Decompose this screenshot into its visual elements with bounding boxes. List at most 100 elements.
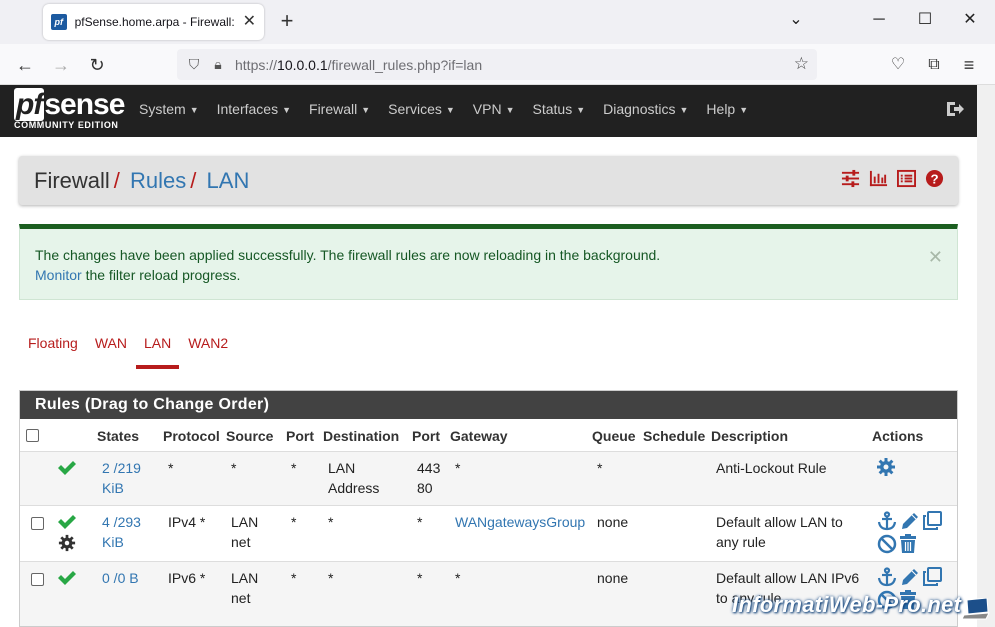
breadcrumb-rules[interactable]: Rules [130,168,186,193]
caret-down-icon: ▼ [361,105,371,116]
list-icon[interactable] [897,169,916,188]
bookmark-star-icon[interactable]: ☆ [794,54,809,74]
tab-wan[interactable]: WAN [95,335,127,361]
cell-queue: none [597,514,629,530]
logout-icon[interactable] [945,99,965,119]
menu-help[interactable]: Help ▼ [706,101,748,117]
close-window-icon[interactable]: ✕ [955,10,985,30]
tab-lan[interactable]: LAN [135,335,180,369]
shield-icon[interactable]: ⛉ [187,56,201,73]
cell-gateway: * [455,570,461,586]
caret-down-icon: ▼ [679,105,689,116]
copy-icon[interactable] [922,511,942,531]
minimize-icon[interactable]: ─ [864,10,894,30]
pocket-icon[interactable]: ♡ [886,54,910,76]
page-scrollbar[interactable] [977,85,995,627]
laptop-watermark-icon [962,598,990,620]
row-checkbox[interactable] [31,517,44,530]
close-alert-icon[interactable]: ✕ [928,247,943,268]
column-header-queue[interactable]: Queue [592,428,636,444]
pencil-icon[interactable] [900,511,920,531]
pencil-icon[interactable] [900,567,920,587]
sliders-icon[interactable] [841,169,860,188]
breadcrumb: Firewall / Rules / LAN [34,168,250,193]
app-menu-icon[interactable]: ≡ [957,54,981,76]
new-tab-icon[interactable]: + [275,8,299,34]
reload-icon[interactable]: ↻ [85,54,109,76]
browser-tab-title: pfSense.home.arpa - Firewall: R [74,15,237,29]
monitor-link[interactable]: Monitor [35,267,82,283]
menu-interfaces[interactable]: Interfaces ▼ [217,101,291,117]
bar-chart-icon[interactable] [869,169,888,188]
menu-status[interactable]: Status ▼ [533,101,586,117]
column-header-states[interactable]: States [97,428,139,444]
forward-icon[interactable]: → [49,54,73,76]
success-alert: The changes have been applied successful… [19,224,958,300]
cell-description-line2: any rule [716,534,766,550]
column-header-schedule[interactable]: Schedule [643,428,705,444]
browser-navbar: ← → ↻ ⛉ 🔒︎ https://10.0.0.1/firewall_rul… [0,44,995,85]
states-link[interactable]: 2 /219 [102,460,141,476]
url-text[interactable]: https://10.0.0.1/firewall_rules.php?if=l… [235,57,482,73]
gateway-link[interactable]: WANgatewaysGroup [455,514,585,530]
states-link-unit[interactable]: KiB [102,480,124,496]
cell-protocol: IPv6 * [168,570,206,586]
disable-icon[interactable] [877,534,897,554]
maximize-icon[interactable]: ☐ [910,10,940,30]
column-header-protocol[interactable]: Protocol [163,428,220,444]
caret-down-icon: ▼ [282,105,292,116]
anchor-icon[interactable] [877,511,897,531]
menu-services[interactable]: Services ▼ [388,101,455,117]
cell-queue: none [597,570,629,586]
column-header-source[interactable]: Source [226,428,273,444]
breadcrumb-lan[interactable]: LAN [207,168,250,193]
cell-source: LAN [231,570,259,586]
cell-gateway: * [455,460,461,476]
menu-system[interactable]: System ▼ [139,101,199,117]
pfsense-logo[interactable]: pfsense COMMUNITY EDITION [14,88,125,130]
cell-destination: LAN [328,460,356,476]
tab-list-chevron-icon[interactable]: ⌄ [781,10,811,30]
states-link[interactable]: 4 /293 [102,514,141,530]
cell-description: Anti-Lockout Rule [716,460,827,476]
browser-tabbar: pf pfSense.home.arpa - Firewall: R ✕ + ⌄… [0,0,995,44]
rules-panel-title: Rules (Drag to Change Order) [20,391,957,419]
pfsense-header: pfsense COMMUNITY EDITION System ▼ Interf… [0,85,977,137]
column-header-destination-port[interactable]: Port [412,428,440,444]
column-header-description[interactable]: Description [711,428,788,444]
column-header-source-port[interactable]: Port [286,428,314,444]
cell-destination-port: * [417,570,423,586]
select-all-checkbox[interactable] [26,429,39,442]
url-bar[interactable]: ⛉ 🔒︎ https://10.0.0.1/firewall_rules.php… [177,49,817,80]
copy-icon[interactable] [922,567,942,587]
cell-source-port: * [291,570,297,586]
states-link[interactable]: 0 /0 B [102,570,139,586]
column-header-destination[interactable]: Destination [323,428,399,444]
extensions-icon[interactable]: ⧉ [922,54,946,76]
anchor-icon[interactable] [877,567,897,587]
cell-destination-port: * [417,514,423,530]
gear-icon[interactable] [876,457,896,477]
column-header-gateway[interactable]: Gateway [450,428,508,444]
browser-tab[interactable]: pf pfSense.home.arpa - Firewall: R ✕ [43,4,264,40]
lock-icon[interactable]: 🔒︎ [211,56,225,73]
menu-diagnostics[interactable]: Diagnostics ▼ [603,101,688,117]
back-icon[interactable]: ← [13,54,37,76]
breadcrumb-panel: Firewall / Rules / LAN ? [19,156,958,205]
row-checkbox[interactable] [31,573,44,586]
trash-icon[interactable] [898,534,918,554]
menu-firewall[interactable]: Firewall ▼ [309,101,370,117]
gear-icon[interactable] [58,534,76,552]
tab-wan2[interactable]: WAN2 [188,335,228,361]
caret-down-icon: ▼ [576,105,586,116]
cell-description: Default allow LAN to [716,514,843,530]
close-tab-icon[interactable]: ✕ [243,14,256,30]
help-icon[interactable]: ? [925,169,944,188]
alert-message: The changes have been applied successful… [35,247,661,263]
states-link-unit[interactable]: KiB [102,534,124,550]
tab-floating[interactable]: Floating [28,335,78,361]
menu-vpn[interactable]: VPN ▼ [473,101,515,117]
pfsense-favicon-icon: pf [51,14,67,30]
column-header-actions: Actions [872,428,924,444]
caret-down-icon: ▼ [505,105,515,116]
